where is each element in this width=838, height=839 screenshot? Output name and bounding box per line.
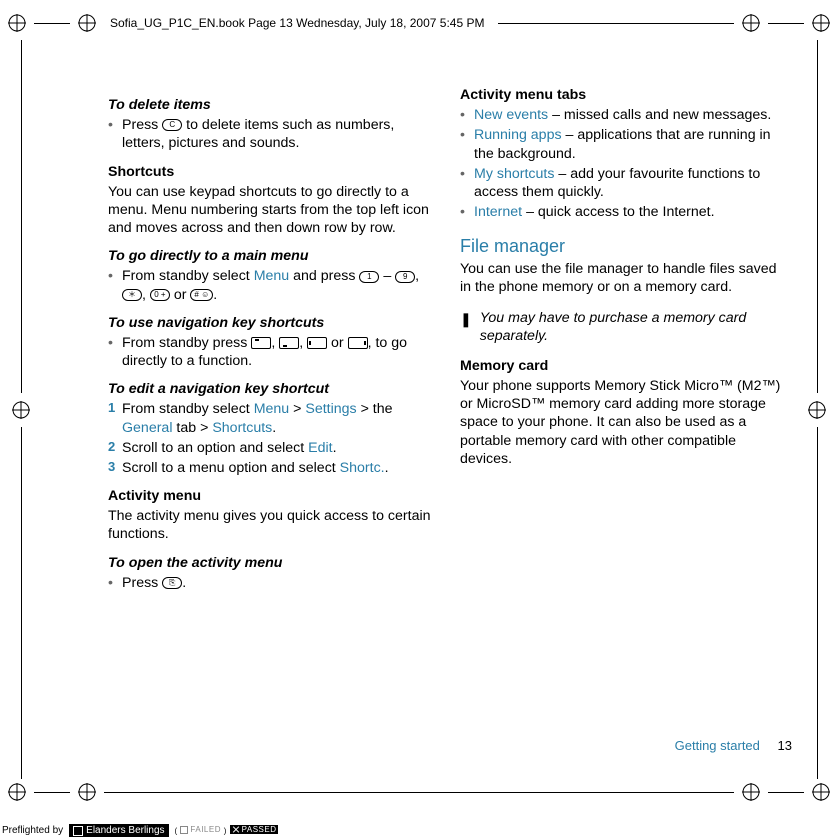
right-crop-col (802, 40, 832, 779)
regmark-inner-br (742, 783, 760, 801)
note-memory-card: ❚ You may have to purchase a memory card… (460, 309, 788, 345)
nav-up-icon (251, 337, 271, 349)
preflight-brand: Elanders Berlings (69, 824, 168, 837)
page-footer: Getting started 13 (675, 738, 792, 753)
regmark-inner-tr (742, 14, 760, 32)
page-body: To delete items Press C to delete items … (108, 86, 788, 726)
heading-memory-card: Memory card (460, 357, 788, 375)
left-crop-col (6, 40, 36, 779)
status-passed: PASSED (230, 825, 279, 834)
p-activity-menu: The activity menu gives you quick access… (108, 507, 436, 543)
tab-new-events: New events – missed calls and new messag… (460, 106, 788, 124)
regmark-outer-tr (812, 14, 830, 32)
step-3: 3 Scroll to a menu option and select Sho… (108, 459, 436, 477)
heading-to-delete-items: To delete items (108, 96, 436, 114)
bullet-nav-shortcuts: From standby press , , or , to go direct… (108, 334, 436, 370)
step-1: 1 From standby select Menu > Settings > … (108, 400, 436, 436)
key-c: C (162, 119, 182, 131)
nav-right-icon (348, 337, 368, 349)
x-icon (232, 826, 240, 834)
regmark-outer-br (812, 783, 830, 801)
crop-line (34, 23, 70, 24)
section-file-manager: File manager (460, 235, 788, 258)
top-crop-row: Sofia_UG_P1C_EN.book Page 13 Wednesday, … (0, 6, 838, 40)
regmark-inner-bl (78, 783, 96, 801)
key-0: 0 + (150, 289, 170, 301)
bullet-main-menu: From standby select Menu and press 1 – 9… (108, 267, 436, 303)
heading-edit-nav-shortcut: To edit a navigation key shortcut (108, 380, 436, 398)
tab-my-shortcuts: My shortcuts – add your favourite functi… (460, 165, 788, 201)
regmark-inner-tl (78, 14, 96, 32)
tab-internet: Internet – quick access to the Internet. (460, 203, 788, 221)
crop-line (768, 792, 804, 793)
crop-line (498, 23, 734, 24)
bullet-open-activity: Press ⎘. (108, 574, 436, 592)
p-file-manager: You can use the file manager to handle f… (460, 260, 788, 296)
regmark-outer-bl (8, 783, 26, 801)
p-memory-card: Your phone supports Memory Stick Micro™ … (460, 377, 788, 468)
nav-left-icon (307, 337, 327, 349)
preflight-strip: Preflighted by Elanders Berlings ( FAILE… (2, 824, 278, 837)
crop-line (768, 23, 804, 24)
heading-activity-menu: Activity menu (108, 487, 436, 505)
column-left: To delete items Press C to delete items … (108, 86, 436, 726)
key-activity: ⎘ (162, 577, 182, 589)
bullet-delete-items: Press C to delete items such as numbers,… (108, 116, 436, 152)
column-right: Activity menu tabs New events – missed c… (460, 86, 788, 726)
heading-activity-tabs: Activity menu tabs (460, 86, 788, 104)
regmark-side-r (808, 401, 826, 419)
bottom-crop-row (0, 775, 838, 809)
book-header-text: Sofia_UG_P1C_EN.book Page 13 Wednesday, … (110, 16, 484, 30)
step-2: 2 Scroll to an option and select Edit. (108, 439, 436, 457)
key-hash: # ☺ (190, 289, 213, 301)
nav-down-icon (279, 337, 299, 349)
info-icon: ❚ (460, 309, 472, 345)
heading-nav-shortcuts: To use navigation key shortcuts (108, 314, 436, 332)
tab-running-apps: Running apps – applications that are run… (460, 126, 788, 162)
status-failed: FAILED (180, 825, 221, 834)
regmark-side-l (12, 401, 30, 419)
footer-page-number: 13 (778, 738, 792, 753)
heading-shortcuts: Shortcuts (108, 163, 436, 181)
footer-section: Getting started (675, 738, 760, 753)
heading-main-menu: To go directly to a main menu (108, 247, 436, 265)
box-icon (180, 826, 188, 834)
heading-open-activity: To open the activity menu (108, 554, 436, 572)
key-star: ＊ (122, 289, 142, 301)
key-1: 1 (359, 271, 379, 283)
p-shortcuts: You can use keypad shortcuts to go direc… (108, 183, 436, 238)
regmark-outer-tl (8, 14, 26, 32)
preflight-label: Preflighted by (2, 825, 63, 836)
crop-line (104, 792, 734, 793)
crop-line (34, 792, 70, 793)
key-9: 9 (395, 271, 415, 283)
preflight-status: ( FAILED ) PASSED (175, 825, 279, 836)
